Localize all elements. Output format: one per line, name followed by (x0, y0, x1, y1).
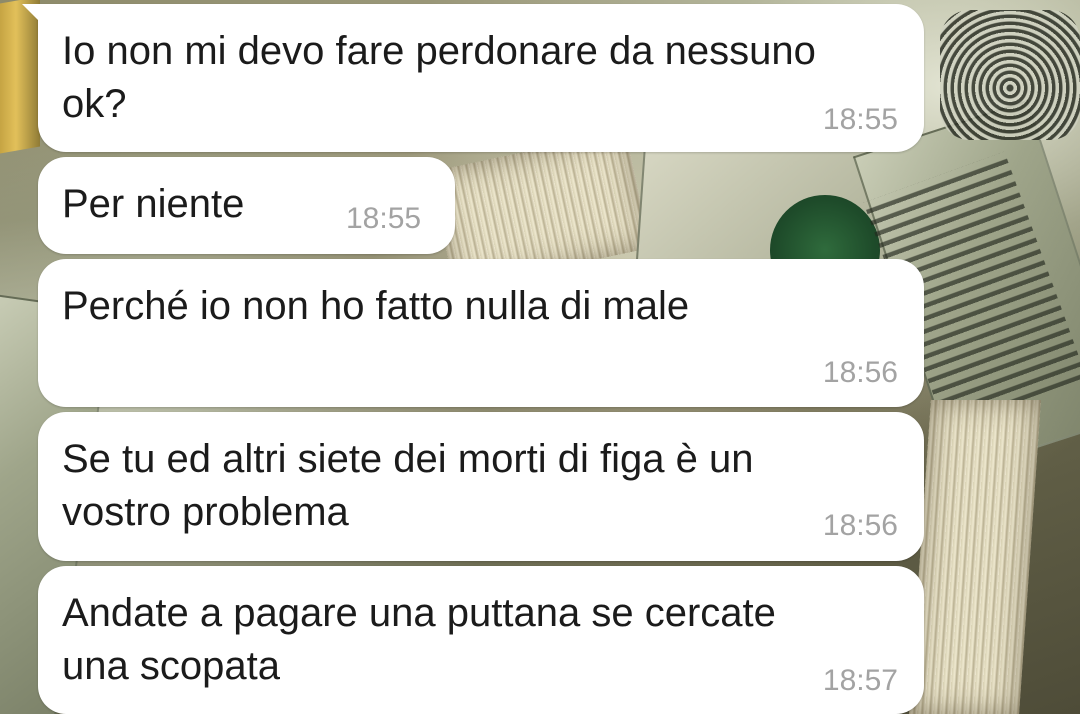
message-timestamp: 18:55 (346, 202, 422, 235)
wallpaper-detail (940, 10, 1080, 140)
message-timestamp: 18:57 (822, 664, 898, 697)
message-timestamp: 18:56 (822, 509, 898, 542)
bubble-tail (22, 4, 48, 30)
message-text: Perché io non ho fatto nulla di male (62, 284, 690, 328)
message-text: Andate a pagare una puttana se cercate u… (62, 591, 776, 688)
message-text: Io non mi devo fare perdonare da nessuno… (62, 29, 816, 126)
message-bubble[interactable]: Perché io non ho fatto nulla di male 18:… (38, 259, 924, 407)
message-timestamp: 18:56 (822, 356, 898, 389)
message-bubble[interactable]: Se tu ed altri siete dei morti di figa è… (38, 412, 924, 561)
message-text: Se tu ed altri siete dei morti di figa è… (62, 437, 754, 534)
message-bubble[interactable]: Per niente 18:55 (38, 157, 455, 254)
message-timestamp: 18:55 (822, 103, 898, 136)
message-bubble[interactable]: Andate a pagare una puttana se cercate u… (38, 566, 924, 714)
wallpaper-detail (909, 400, 1041, 714)
message-bubble[interactable]: Io non mi devo fare perdonare da nessuno… (22, 4, 924, 152)
message-text: Per niente (62, 182, 245, 226)
